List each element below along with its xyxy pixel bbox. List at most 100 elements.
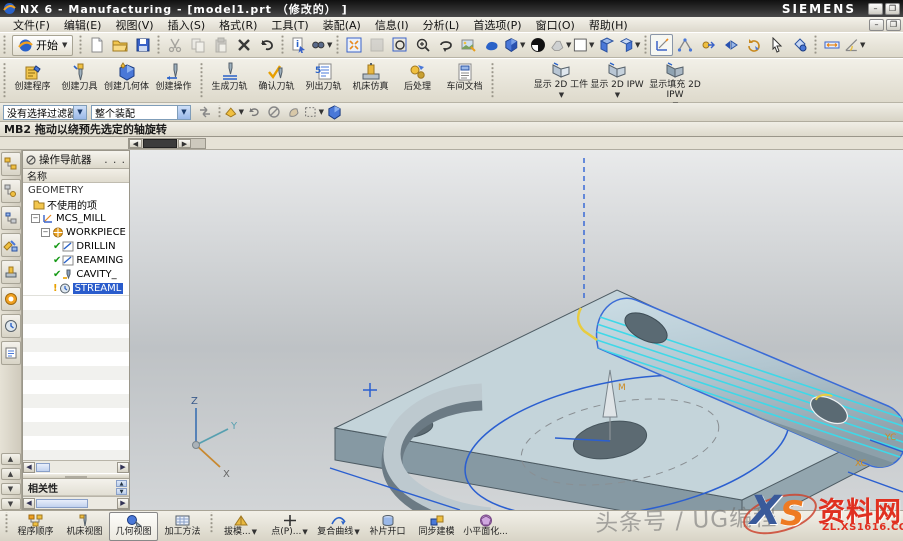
machining-method-view-button[interactable]: 加工方法	[158, 512, 207, 541]
postprocess-button[interactable]: 后处理	[394, 60, 441, 102]
doc-minimize-button[interactable]: –	[869, 19, 884, 31]
toolbar-grip[interactable]	[4, 512, 9, 534]
perspective-button[interactable]	[480, 34, 503, 56]
copy-button[interactable]	[186, 34, 209, 56]
zoom-box-button[interactable]	[388, 34, 411, 56]
menu-window[interactable]: 窗口(O)	[529, 17, 582, 33]
zoom-window-button[interactable]	[365, 34, 388, 56]
constraints-button[interactable]	[673, 34, 696, 56]
scroll-left-icon[interactable]: ◀	[129, 139, 142, 148]
draft-button[interactable]: 拔模...▼	[216, 512, 265, 541]
scroll-up-icon[interactable]: ▲	[116, 480, 127, 487]
operation-navigator-button[interactable]	[1, 233, 21, 257]
scroll-left-icon[interactable]: ◀	[23, 462, 35, 473]
delete-button[interactable]	[232, 34, 255, 56]
clip-section-button[interactable]	[595, 34, 618, 56]
show-2d-ipw-button[interactable]: 显示 2D IPW▼	[589, 60, 645, 102]
toolbar-grip[interactable]	[156, 35, 161, 54]
dependencies-hscrollbar[interactable]: ◀ ▶	[23, 496, 129, 509]
datum-csys-button[interactable]	[650, 34, 673, 56]
toolbar-grip[interactable]	[813, 35, 818, 54]
rotate-view-button[interactable]	[434, 34, 457, 56]
toolbar-grip[interactable]	[2, 35, 7, 54]
toolbar-grip[interactable]	[335, 35, 340, 54]
toolbar-grip[interactable]	[643, 35, 648, 54]
pager-down-button[interactable]: ▼	[1, 483, 21, 495]
menu-help[interactable]: 帮助(H)	[582, 17, 635, 33]
menu-view[interactable]: 视图(V)	[108, 17, 160, 33]
menu-insert[interactable]: 插入(S)	[161, 17, 213, 33]
scroll-left-icon[interactable]: ◀	[23, 498, 35, 509]
shop-documentation-button[interactable]: 车间文档	[441, 60, 488, 102]
create-tool-button[interactable]: 创建刀具	[56, 60, 103, 102]
rect-select-button[interactable]: ▼	[304, 104, 324, 121]
cut-button[interactable]	[163, 34, 186, 56]
simulate-machine-button[interactable]: 机床仿真	[347, 60, 394, 102]
scrollbar-thumb[interactable]	[36, 499, 88, 508]
snap-point-button[interactable]	[788, 34, 811, 56]
fit-view-button[interactable]	[342, 34, 365, 56]
information-button[interactable]: i	[287, 34, 310, 56]
background-button[interactable]: ▼	[572, 34, 595, 56]
reuse-library-button[interactable]	[1, 287, 21, 311]
generate-toolpath-button[interactable]: 生成刀轨	[206, 60, 253, 102]
program-order-view-button[interactable]: 程序顺序	[11, 512, 60, 541]
toolbar-grip[interactable]	[78, 35, 83, 54]
orient-view-button[interactable]	[719, 34, 742, 56]
scroll-right-icon[interactable]: ▶	[178, 139, 191, 148]
select-cursor-button[interactable]	[765, 34, 788, 56]
scrollbar-thumb[interactable]	[143, 139, 177, 148]
clip-work-section-button[interactable]: ▼	[618, 34, 641, 56]
paste-button[interactable]	[209, 34, 232, 56]
scroll-right-icon[interactable]: ▶	[117, 462, 129, 473]
pager-up-button[interactable]: ▲	[1, 468, 21, 480]
dependencies-header[interactable]: 相关性 ▲▼	[23, 479, 129, 496]
restore-button[interactable]: ❐	[885, 3, 900, 15]
menu-format[interactable]: 格式(R)	[212, 17, 264, 33]
verify-toolpath-button[interactable]: 确认刀轨	[253, 60, 300, 102]
roles-button[interactable]	[1, 341, 21, 365]
tree-row-geometry[interactable]: GEOMETRY	[23, 183, 129, 197]
tree-row-drilling[interactable]: ✔ DRILLIN	[23, 239, 129, 253]
show-filled-2d-ipw-button[interactable]: 显示填充 2D IPW▼	[645, 60, 705, 102]
pager-top-button[interactable]: ▲	[1, 453, 21, 465]
menu-preferences[interactable]: 首选项(P)	[466, 17, 528, 33]
create-operation-button[interactable]: 创建操作	[150, 60, 197, 102]
synchronous-modeling-button[interactable]: 同步建模	[412, 512, 461, 541]
toolbar-grip[interactable]	[490, 63, 495, 97]
toolbar-grip[interactable]	[2, 63, 7, 97]
save-button[interactable]	[131, 34, 154, 56]
machine-tool-navigator-button[interactable]	[1, 260, 21, 284]
zoom-in-out-button[interactable]	[411, 34, 434, 56]
undo-button[interactable]	[255, 34, 278, 56]
highlight-button[interactable]	[284, 104, 304, 121]
menu-assemblies[interactable]: 装配(A)	[316, 17, 368, 33]
toolbar-grip[interactable]	[217, 105, 222, 119]
tree-row-cavity[interactable]: ✔ CAVITY_	[23, 267, 129, 281]
find-button[interactable]: ▼	[310, 34, 333, 56]
menu-file[interactable]: 文件(F)	[6, 17, 57, 33]
patch-opening-button[interactable]: 补片开口	[363, 512, 412, 541]
menu-edit[interactable]: 编辑(E)	[57, 17, 109, 33]
menu-tools[interactable]: 工具(T)	[264, 17, 315, 33]
assembly-navigator-button[interactable]	[1, 152, 21, 176]
render-style-button[interactable]	[526, 34, 549, 56]
toolbar-grip[interactable]	[280, 35, 285, 54]
chevron-down-icon[interactable]: ▼	[73, 106, 86, 119]
deselect-all-button[interactable]	[264, 104, 284, 121]
translucency-button[interactable]: ▼	[549, 34, 572, 56]
doc-restore-button[interactable]: ❐	[886, 19, 901, 31]
create-program-button[interactable]: 创建程序	[9, 60, 56, 102]
composite-curve-button[interactable]: 复合曲线▼	[314, 512, 363, 541]
selection-filter-combo[interactable]: 没有选择过滤器 ▼	[3, 105, 87, 120]
collapse-icon[interactable]: −	[41, 228, 50, 237]
geometry-view-button[interactable]: 几何视图	[109, 512, 158, 541]
machine-tool-view-button[interactable]: 机床视图	[60, 512, 109, 541]
tree-row-unused-items[interactable]: 不使用的项	[23, 197, 129, 211]
shaded-cube-button[interactable]	[324, 104, 344, 121]
collapse-icon[interactable]: −	[31, 214, 40, 223]
select-star-button[interactable]: ▼	[224, 104, 244, 121]
open-button[interactable]	[108, 34, 131, 56]
horizontal-scrollbar[interactable]: ◀ ▶	[128, 138, 206, 149]
chevron-down-icon[interactable]: ▼	[177, 106, 190, 119]
